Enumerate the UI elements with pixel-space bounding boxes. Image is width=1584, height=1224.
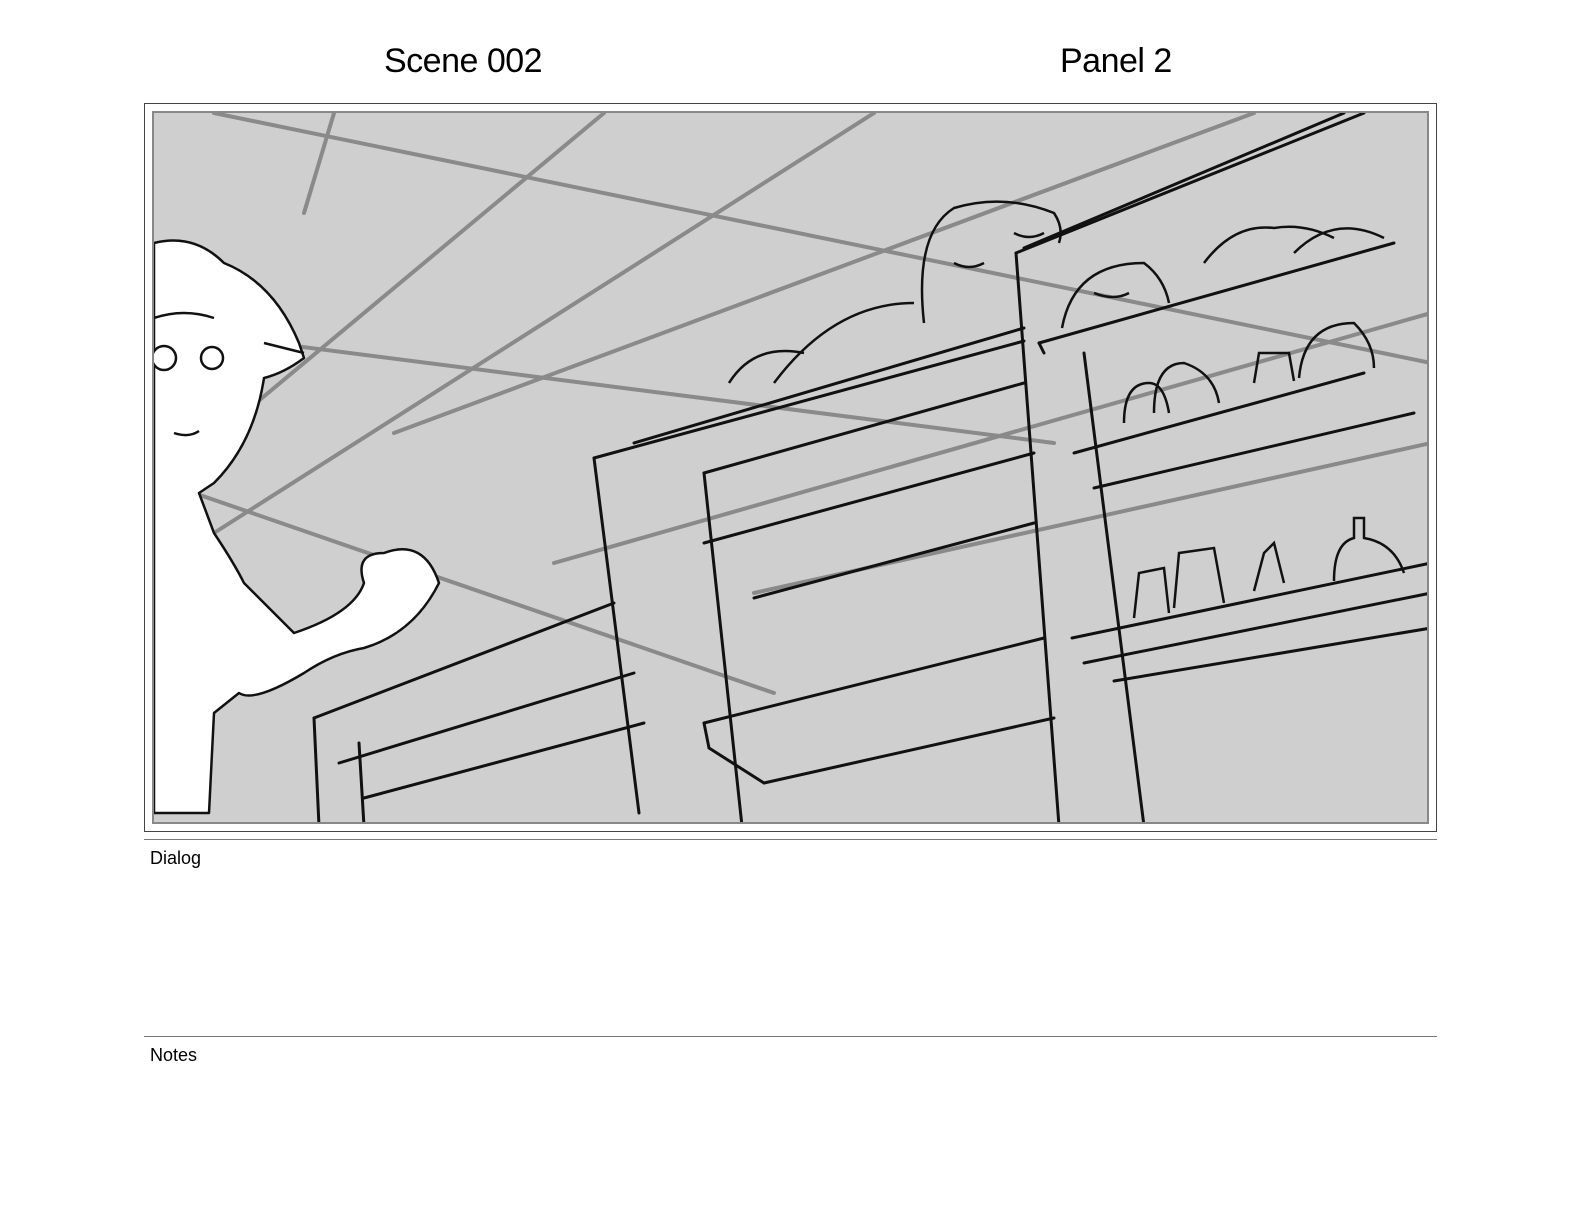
notes-label: Notes [150,1045,198,1065]
dialog-label: Dialog [150,848,202,868]
notes-divider [144,1036,1437,1037]
dialog-divider [144,839,1437,840]
scene-title: Scene 002 [384,42,543,80]
panel-title: Panel 2 [1060,42,1172,80]
storyboard-sketch [152,111,1429,824]
